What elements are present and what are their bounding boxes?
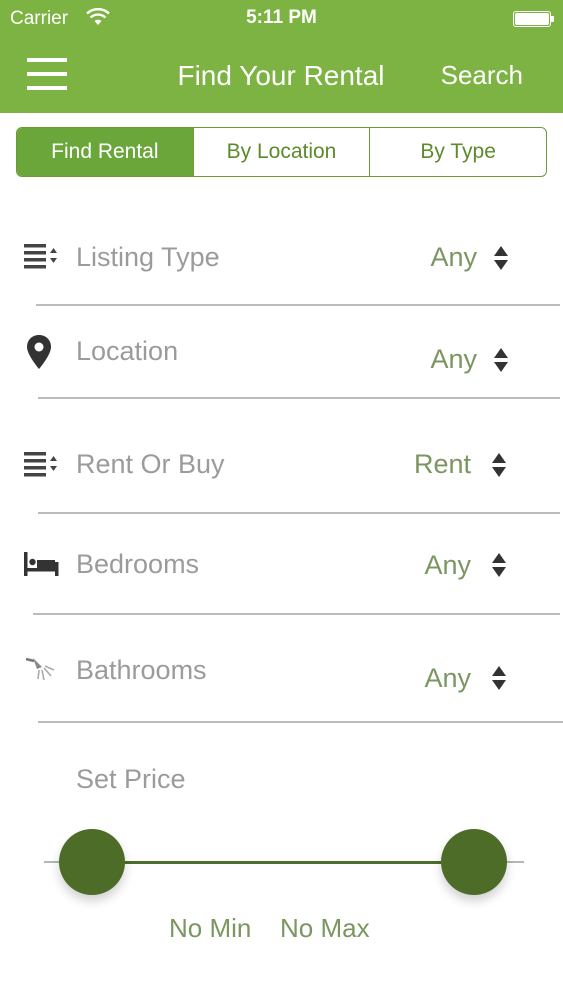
shower-icon: [24, 655, 60, 691]
listing-type-label: Listing Type: [76, 242, 220, 272]
battery-icon: [513, 11, 554, 27]
bedrooms-label: Bedrooms: [76, 549, 200, 579]
segment-by-type[interactable]: By Type: [369, 128, 546, 176]
divider: [36, 304, 560, 306]
price-min-slider-handle[interactable]: [59, 829, 125, 895]
up-down-arrows-icon: [491, 552, 507, 578]
bedrooms-value[interactable]: Any: [424, 550, 471, 581]
filter-row-bathrooms[interactable]: Bathrooms Any: [0, 645, 563, 715]
clock: 5:11 PM: [246, 7, 317, 28]
filter-row-bedrooms[interactable]: Bedrooms Any: [0, 540, 563, 600]
location-label: Location: [76, 336, 179, 366]
set-price-label: Set Price: [76, 764, 186, 794]
bathrooms-label: Bathrooms: [76, 655, 207, 685]
listing-type-value[interactable]: Any: [430, 242, 477, 273]
list-sort-icon: [24, 242, 60, 278]
hamburger-menu-icon[interactable]: [27, 58, 67, 92]
rent-or-buy-value[interactable]: Rent: [414, 449, 471, 480]
rent-or-buy-label: Rent Or Buy: [76, 449, 225, 479]
divider: [38, 721, 563, 723]
status-bar: Carrier 5:11 PM: [0, 0, 563, 38]
filter-row-location[interactable]: Location Any: [0, 330, 563, 390]
location-value[interactable]: Any: [430, 344, 477, 375]
search-mode-segmented-control: Find Rental By Location By Type: [16, 127, 547, 177]
price-slider-range: [92, 861, 474, 864]
bed-icon: [24, 550, 60, 586]
bathrooms-value[interactable]: Any: [424, 663, 471, 694]
price-max-slider-handle[interactable]: [441, 829, 507, 895]
page-title: Find Your Rental: [177, 60, 385, 91]
up-down-arrows-icon: [491, 452, 507, 478]
nav-bar: Carrier 5:11 PM Find Your Rental Search: [0, 0, 563, 113]
filter-row-rent-or-buy[interactable]: Rent Or Buy Rent: [0, 440, 563, 500]
price-min-readout: No Min: [169, 913, 252, 943]
up-down-arrows-icon: [493, 245, 509, 271]
segment-find-rental[interactable]: Find Rental: [17, 128, 193, 176]
up-down-arrows-icon: [491, 665, 507, 691]
search-button[interactable]: Search: [441, 60, 523, 91]
map-pin-icon: [26, 334, 62, 370]
price-max-readout: No Max: [280, 913, 370, 943]
divider: [38, 397, 560, 399]
list-sort-icon: [24, 450, 60, 486]
divider: [38, 512, 560, 514]
segment-by-location[interactable]: By Location: [192, 128, 370, 176]
filter-row-listing-type[interactable]: Listing Type Any: [0, 232, 563, 292]
divider: [33, 613, 560, 615]
up-down-arrows-icon: [493, 347, 509, 373]
